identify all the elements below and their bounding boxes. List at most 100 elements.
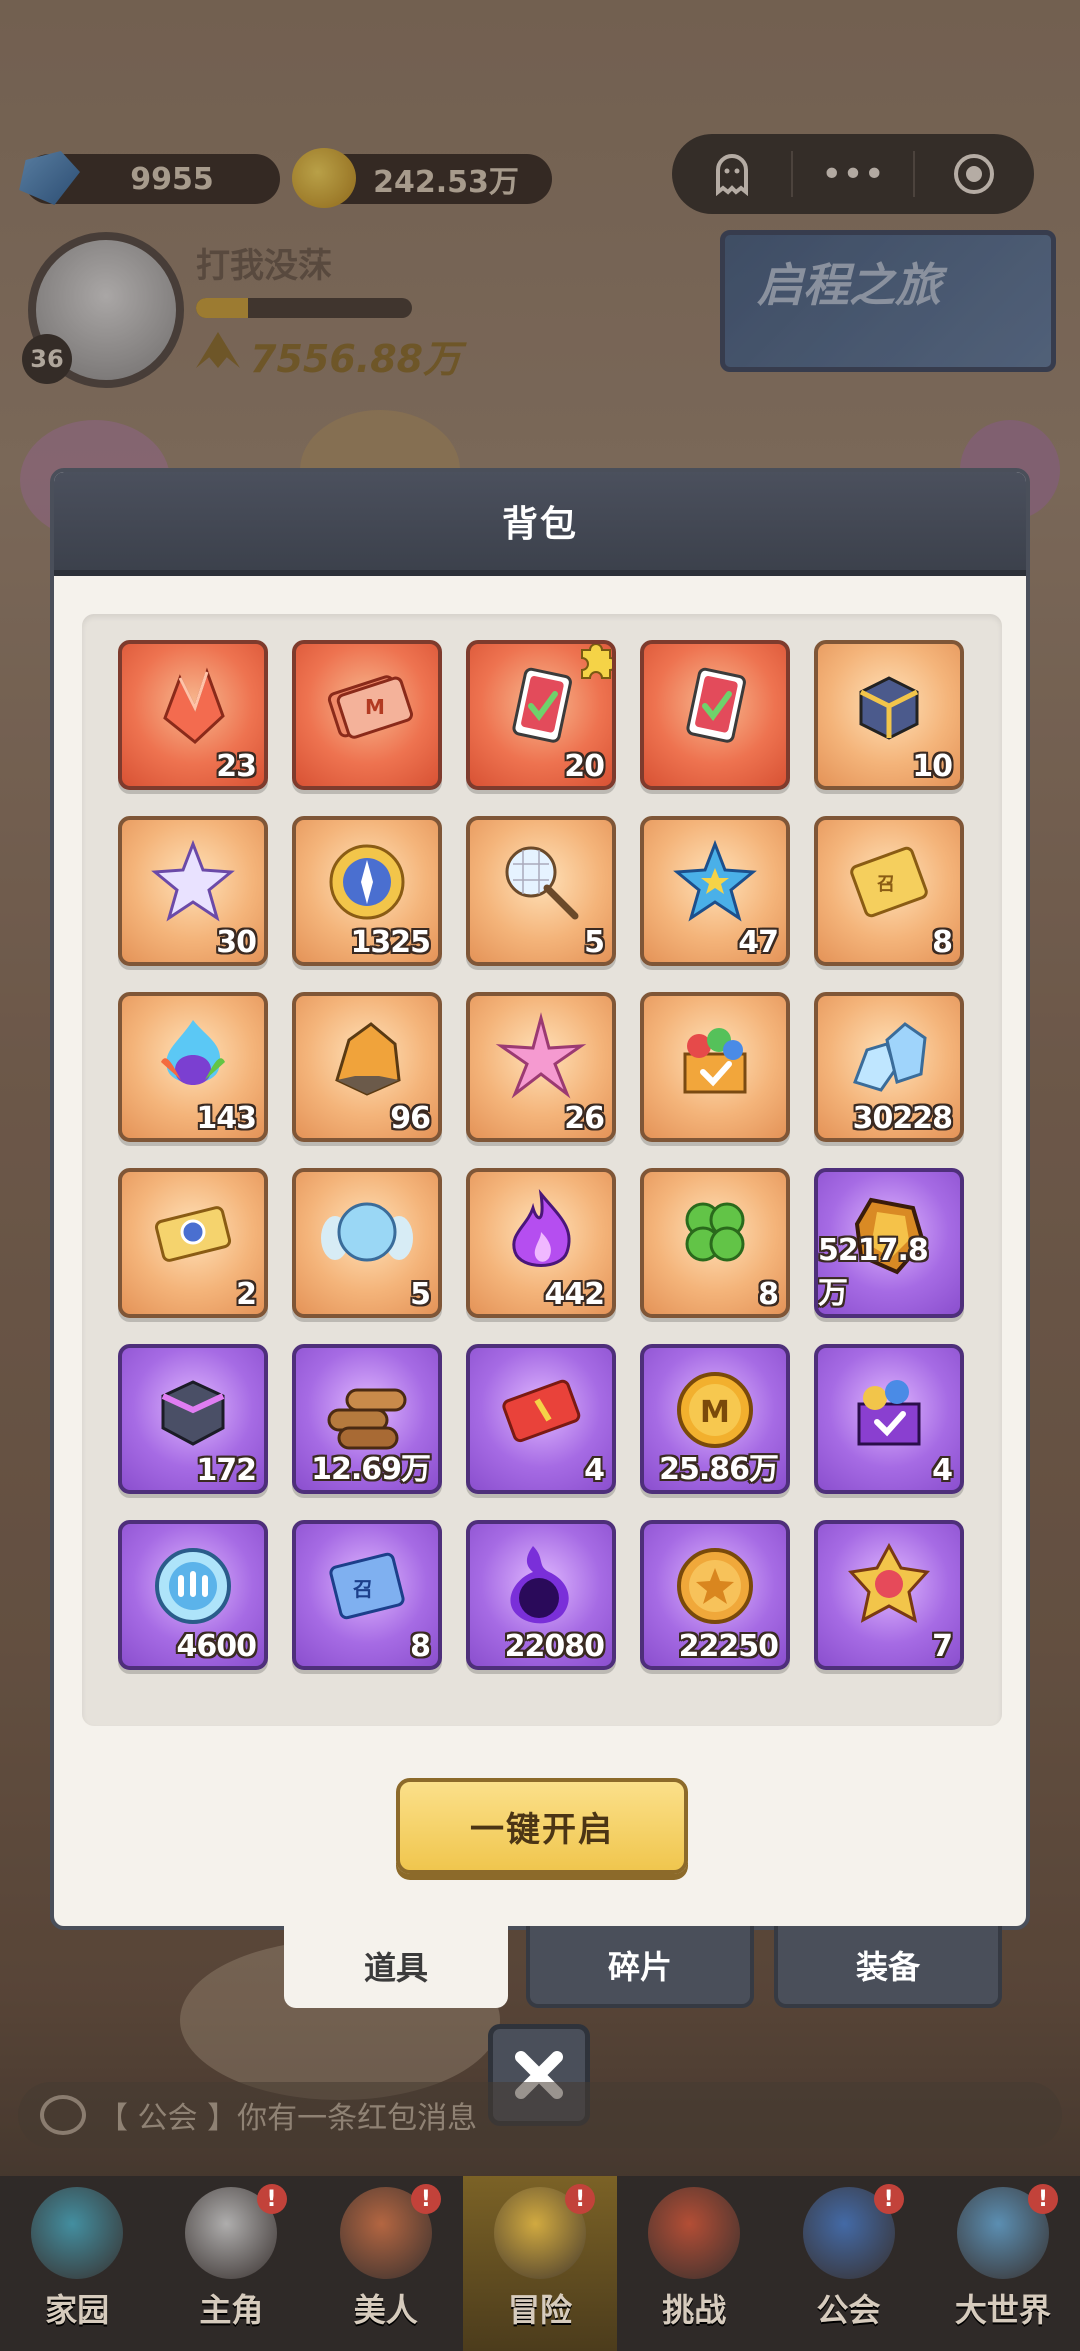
item-slot[interactable]: 2: [118, 1168, 268, 1318]
pink-star-icon: [493, 1010, 589, 1106]
chat-message: 【 公会 】你有一条红包消息: [98, 2101, 478, 2136]
item-slot[interactable]: [640, 992, 790, 1142]
chest-icon: [841, 658, 937, 754]
fire-orb-icon: [145, 1010, 241, 1106]
item-slot[interactable]: 20: [466, 640, 616, 790]
item-slot[interactable]: 1325: [292, 816, 442, 966]
item-slot[interactable]: M 25.86万: [640, 1344, 790, 1494]
exp-box-icon: [841, 1362, 937, 1458]
red-crystal-icon: [145, 658, 241, 754]
bag-modal: 背包 23 M 20 10 30 1325 5 47 召 8 143 96 26 30228 2 5 442 8 5…: [50, 468, 1030, 1930]
rainbow-star-icon: [145, 834, 241, 930]
item-slot[interactable]: M: [292, 640, 442, 790]
item-quantity: 7: [932, 1629, 953, 1664]
alert-badge-icon: !: [1027, 2184, 1058, 2214]
svg-text:M: M: [700, 1395, 730, 1430]
item-slot[interactable]: 5217.8万: [814, 1168, 964, 1318]
item-quantity: 8: [932, 925, 953, 960]
challenge-icon: [648, 2187, 741, 2279]
item-quantity: 12.69万: [311, 1452, 431, 1487]
nav-beauty[interactable]: 美人!: [309, 2176, 463, 2351]
alert-badge-icon: !: [565, 2184, 596, 2214]
item-quantity: 5217.8万: [818, 1233, 929, 1311]
nav-label: 冒险: [507, 2291, 572, 2329]
item-slot[interactable]: 172: [118, 1344, 268, 1494]
item-slot[interactable]: 7: [814, 1520, 964, 1670]
item-quantity: 26: [564, 1101, 605, 1136]
item-grid: 23 M 20 10 30 1325 5 47 召 8 143 96 26 30228 2 5 442 8 5217…: [118, 640, 964, 1670]
wing-orb-icon: [319, 1186, 415, 1282]
puzzle-badge-icon: [574, 644, 612, 682]
wing-ticket-icon: [145, 1186, 241, 1282]
svg-text:M: M: [365, 695, 385, 719]
item-slot[interactable]: 召8: [292, 1520, 442, 1670]
nav-world[interactable]: 大世界!: [926, 2176, 1080, 2351]
tab-equipment[interactable]: 装备: [774, 1926, 1002, 2008]
item-grid-panel: 23 M 20 10 30 1325 5 47 召 8 143 96 26 30228 2 5 442 8 5217…: [82, 614, 1002, 1726]
item-quantity: 8: [758, 1277, 779, 1312]
blue-medal-icon: [145, 1538, 241, 1634]
item-slot[interactable]: 143: [118, 992, 268, 1142]
red-ticket-icon: [493, 1362, 589, 1458]
item-slot[interactable]: 47: [640, 816, 790, 966]
item-slot[interactable]: 22250: [640, 1520, 790, 1670]
nav-label: 美人: [353, 2291, 418, 2329]
tab-items[interactable]: 道具: [284, 1924, 508, 2008]
gold-ticket-icon: 召: [841, 834, 937, 930]
item-slot[interactable]: 4: [814, 1344, 964, 1494]
alert-badge-icon: !: [256, 2184, 287, 2214]
item-quantity: 96: [390, 1101, 431, 1136]
item-quantity: 30: [216, 925, 257, 960]
item-slot[interactable]: [640, 640, 790, 790]
net-icon: [493, 834, 589, 930]
home-icon: [31, 2187, 124, 2279]
chat-bar[interactable]: 【 公会 】你有一条红包消息: [18, 2082, 1062, 2148]
chat-icon: [40, 2095, 86, 2135]
alert-badge-icon: !: [873, 2184, 904, 2214]
item-quantity: 442: [544, 1277, 605, 1312]
star-coin-icon: [667, 1538, 763, 1634]
item-slot[interactable]: 10: [814, 640, 964, 790]
ore-icon: [319, 1010, 415, 1106]
nav-label: 大世界: [954, 2291, 1051, 2329]
item-quantity: 22250: [678, 1629, 779, 1664]
item-slot[interactable]: 23: [118, 640, 268, 790]
bottom-nav: 家园 主角! 美人! 冒险! 挑战 公会! 大世界!: [0, 2176, 1080, 2351]
item-slot[interactable]: 5: [292, 1168, 442, 1318]
purple-chest-icon: [145, 1362, 241, 1458]
nav-label: 公会: [816, 2291, 881, 2329]
dark-orb-icon: [493, 1538, 589, 1634]
open-all-button[interactable]: 一键开启: [396, 1778, 688, 1874]
nav-home[interactable]: 家园: [0, 2176, 154, 2351]
item-slot[interactable]: 4: [466, 1344, 616, 1494]
item-quantity: 20: [564, 749, 605, 784]
item-slot[interactable]: 442: [466, 1168, 616, 1318]
item-slot[interactable]: 30: [118, 816, 268, 966]
item-slot[interactable]: 召8: [814, 816, 964, 966]
blue-star-icon: [667, 834, 763, 930]
item-quantity: 1325: [350, 925, 431, 960]
item-quantity: 5: [410, 1277, 431, 1312]
item-quantity: 4: [932, 1453, 953, 1488]
modal-title: 背包: [501, 504, 578, 545]
item-slot[interactable]: 26: [466, 992, 616, 1142]
svg-text:召: 召: [352, 1577, 373, 1601]
item-slot[interactable]: 8: [640, 1168, 790, 1318]
nav-challenge[interactable]: 挑战: [617, 2176, 771, 2351]
purple-flame-icon: [493, 1186, 589, 1282]
nav-guild[interactable]: 公会!: [771, 2176, 925, 2351]
nav-adventure[interactable]: 冒险!: [462, 2176, 618, 2351]
card-icon: [667, 658, 763, 754]
item-quantity: 143: [196, 1101, 257, 1136]
clover-icon: [667, 1186, 763, 1282]
item-slot[interactable]: 30228: [814, 992, 964, 1142]
item-slot[interactable]: 4600: [118, 1520, 268, 1670]
item-slot[interactable]: 5: [466, 816, 616, 966]
item-slot[interactable]: 96: [292, 992, 442, 1142]
ice-crystal-icon: [841, 1010, 937, 1106]
nav-hero[interactable]: 主角!: [154, 2176, 308, 2351]
tab-fragments[interactable]: 碎片: [526, 1926, 754, 2008]
item-slot[interactable]: 12.69万: [292, 1344, 442, 1494]
item-quantity: 25.86万: [659, 1452, 779, 1487]
item-slot[interactable]: 22080: [466, 1520, 616, 1670]
